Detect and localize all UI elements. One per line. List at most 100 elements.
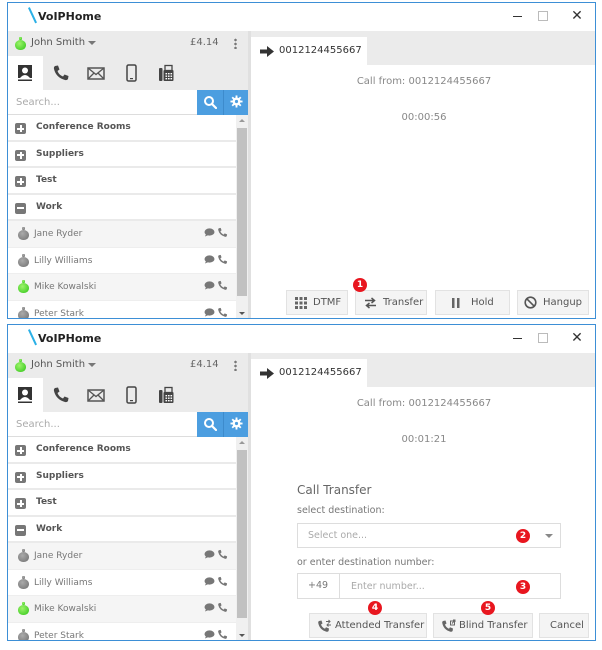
chat-icon[interactable] [204, 603, 215, 612]
close-button[interactable]: ✕ [565, 7, 589, 25]
chat-icon[interactable] [204, 228, 215, 237]
group-label: Suppliers [36, 148, 84, 159]
tab-fax[interactable] [148, 56, 183, 90]
account-balance: £4.14 [190, 37, 219, 48]
tab-contacts[interactable] [8, 378, 43, 412]
tab-mobile[interactable] [113, 56, 148, 90]
search-button[interactable] [197, 90, 223, 115]
chat-icon[interactable] [204, 576, 215, 586]
phone-icon [53, 387, 69, 403]
scroll-up-arrow-icon[interactable] [239, 119, 245, 122]
maximize-button[interactable] [531, 329, 555, 347]
more-menu-kebab-icon[interactable] [234, 360, 237, 371]
tab-mobile[interactable] [113, 378, 148, 412]
scroll-up-arrow-icon[interactable] [239, 441, 245, 444]
sidebar: John Smith £4.14 Search... Conference Ro… [8, 353, 248, 640]
chat-icon[interactable] [204, 254, 215, 264]
hold-label: Hold [471, 297, 494, 308]
group-suppliers[interactable]: Suppliers [8, 463, 236, 490]
minimize-button[interactable] [506, 329, 530, 347]
expand-plus-icon[interactable] [15, 149, 26, 161]
user-name[interactable]: John Smith [31, 359, 85, 370]
contact-row[interactable]: Lilly Williams [8, 570, 236, 596]
group-label: Work [36, 523, 63, 534]
contact-row[interactable]: Peter Stark [8, 623, 236, 640]
contact-list-scrollbar[interactable] [236, 115, 248, 318]
chat-icon[interactable] [204, 629, 215, 639]
expand-plus-icon[interactable] [15, 445, 26, 456]
settings-button[interactable] [223, 90, 248, 115]
collapse-minus-icon[interactable] [15, 524, 26, 536]
country-prefix[interactable]: +49 [298, 574, 340, 598]
mobile-icon [126, 386, 137, 404]
call-icon[interactable] [217, 280, 228, 291]
call-from-text: Call from: 0012124455667 [356, 76, 492, 87]
hangup-button[interactable]: Hangup [517, 290, 589, 315]
call-from-text: Call from: 0012124455667 [356, 398, 492, 409]
call-icon[interactable] [217, 549, 228, 560]
settings-button[interactable] [223, 412, 248, 437]
group-test[interactable]: Test [8, 168, 236, 195]
group-conference-rooms[interactable]: Conference Rooms [8, 437, 236, 464]
group-test[interactable]: Test [8, 490, 236, 517]
user-menu-chevron-down-icon[interactable] [88, 363, 96, 367]
call-tab[interactable]: 0012124455667 [251, 37, 367, 65]
expand-plus-icon[interactable] [15, 471, 26, 483]
call-tabs: 0012124455667 [251, 31, 595, 65]
contact-row[interactable]: Lilly Williams [8, 248, 236, 274]
transfer-button[interactable]: Transfer [355, 290, 427, 315]
contact-row[interactable]: Mike Kowalski [8, 596, 236, 623]
tab-calls[interactable] [43, 56, 78, 90]
tab-contacts[interactable] [8, 56, 43, 90]
hold-button[interactable]: Hold [435, 290, 510, 315]
tab-messages[interactable] [78, 378, 113, 412]
maximize-button[interactable] [531, 7, 555, 25]
group-label: Test [36, 175, 57, 185]
expand-plus-icon[interactable] [15, 123, 26, 134]
search-input[interactable] [8, 412, 197, 437]
chat-icon[interactable] [204, 307, 215, 317]
search-button[interactable] [197, 412, 223, 437]
tab-fax[interactable] [148, 378, 183, 412]
dtmf-button[interactable]: DTMF [286, 290, 348, 315]
call-icon[interactable] [217, 602, 228, 613]
attended-transfer-button[interactable]: Attended Transfer [309, 613, 427, 638]
scroll-thumb[interactable] [237, 450, 247, 618]
expand-plus-icon[interactable] [15, 498, 26, 509]
contact-row[interactable]: Peter Stark [8, 301, 236, 318]
call-tab[interactable]: 0012124455667 [251, 359, 367, 387]
group-work[interactable]: Work [8, 194, 236, 221]
scroll-thumb[interactable] [237, 128, 247, 296]
call-icon[interactable] [217, 227, 228, 238]
call-icon[interactable] [217, 576, 228, 587]
expand-plus-icon[interactable] [15, 176, 26, 187]
contact-row[interactable]: Jane Ryder [8, 543, 236, 570]
group-conference-rooms[interactable]: Conference Rooms [8, 115, 236, 142]
user-menu-chevron-down-icon[interactable] [88, 41, 96, 45]
call-timer: 00:01:21 [401, 434, 447, 445]
scroll-down-arrow-icon[interactable] [239, 634, 245, 637]
call-icon[interactable] [217, 254, 228, 265]
contact-row[interactable]: Mike Kowalski [8, 274, 236, 301]
contact-row[interactable]: Jane Ryder [8, 221, 236, 248]
chat-icon[interactable] [204, 281, 215, 290]
minimize-button[interactable] [506, 7, 530, 25]
blind-transfer-button[interactable]: Blind Transfer [433, 613, 533, 638]
cancel-label: Cancel [550, 620, 584, 631]
user-name[interactable]: John Smith [31, 37, 85, 48]
gear-icon [230, 417, 243, 430]
call-icon[interactable] [217, 629, 228, 640]
close-button[interactable]: ✕ [565, 329, 589, 347]
group-suppliers[interactable]: Suppliers [8, 141, 236, 168]
chat-icon[interactable] [204, 550, 215, 559]
collapse-minus-icon[interactable] [15, 202, 26, 214]
more-menu-kebab-icon[interactable] [234, 38, 237, 49]
contact-list-scrollbar[interactable] [236, 437, 248, 640]
cancel-button[interactable]: Cancel [539, 613, 589, 638]
group-work[interactable]: Work [8, 516, 236, 543]
call-icon[interactable] [217, 307, 228, 318]
search-input[interactable] [8, 90, 197, 115]
tab-messages[interactable] [78, 56, 113, 90]
tab-calls[interactable] [43, 378, 78, 412]
scroll-down-arrow-icon[interactable] [239, 312, 245, 315]
